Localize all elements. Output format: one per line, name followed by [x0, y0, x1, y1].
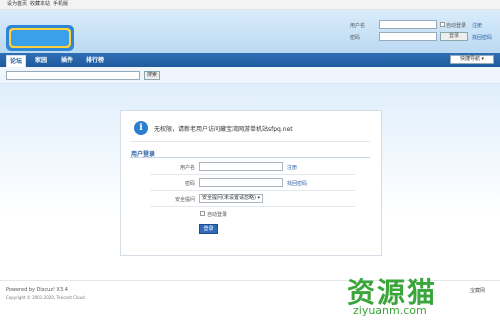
username-label: 用户名 — [179, 165, 195, 171]
security-question-select[interactable]: 安全提问(未设置请忽略) ▾ — [199, 194, 263, 203]
header-find-password-link[interactable]: 找回密码 — [472, 34, 492, 41]
security-question-value: 安全提问(未设置请忽略) — [202, 195, 256, 201]
tab-home[interactable]: 家园 — [30, 55, 52, 67]
header-auto-login-label: 自动登录 — [446, 23, 467, 29]
quick-nav-label: 快捷导航 — [459, 56, 480, 62]
tab-plugins[interactable]: 插件 — [56, 55, 78, 67]
bookmark-link[interactable]: 收藏本站 — [30, 0, 50, 9]
search-input[interactable] — [6, 71, 140, 80]
search-bar: 搜索 — [0, 67, 500, 84]
site-header: 用户名 自动登录 注册 密码 登录 找回密码 — [0, 10, 500, 53]
title-divider — [130, 157, 370, 158]
chevron-down-icon: ▾ — [481, 56, 485, 62]
site-logo[interactable] — [6, 23, 74, 53]
header-login-button[interactable]: 登录 — [440, 32, 468, 41]
row-divider — [150, 206, 355, 207]
find-password-link[interactable]: 找回密码 — [287, 180, 307, 187]
set-home-link[interactable]: 设为首页 — [7, 0, 27, 9]
auto-login-checkbox[interactable] — [200, 211, 205, 216]
notice-text: 无权限，请新老用户访问藏宝湾网游单机站sfpq.net — [154, 126, 293, 133]
watermark: 资源猫 ziyuanm.com — [347, 271, 477, 325]
main-nav: 论坛 家园 插件 排行榜 — [0, 53, 500, 67]
header-password-label: 密码 — [350, 35, 361, 41]
header-username-input[interactable] — [379, 20, 437, 29]
security-question-label: 安全提问 — [174, 197, 195, 203]
header-auto-login-checkbox[interactable] — [440, 22, 445, 27]
header-password-input[interactable] — [379, 32, 437, 41]
row-divider — [150, 190, 355, 191]
info-icon: i — [134, 121, 148, 135]
chevron-down-icon: ▾ — [257, 195, 260, 201]
login-submit-button[interactable]: 登录 — [199, 224, 218, 234]
username-input[interactable] — [199, 162, 283, 171]
password-label: 密码 — [184, 181, 195, 187]
permission-notice: i 无权限，请新老用户访问藏宝湾网游单机站sfpq.net — [130, 117, 370, 142]
search-button[interactable]: 搜索 — [144, 71, 160, 80]
powered-by: Powered by Discuz! X3.4 — [6, 287, 68, 293]
tab-ranking[interactable]: 排行榜 — [82, 55, 108, 67]
header-username-label: 用户名 — [350, 23, 366, 29]
register-link[interactable]: 注册 — [287, 164, 297, 171]
tab-forum[interactable]: 论坛 — [6, 55, 26, 67]
watermark-url: ziyuanm.com — [353, 304, 427, 317]
auto-login-label: 自动登录 — [207, 212, 228, 218]
top-bar: 设为首页 收藏本站 手机版 — [0, 0, 500, 10]
quick-nav-button[interactable]: 快捷导航 ▾ — [450, 55, 494, 64]
copyright: Copyright © 2001-2020, Tencent Cloud. — [6, 295, 86, 300]
mobile-link[interactable]: 手机版 — [53, 0, 68, 9]
row-divider — [150, 174, 355, 175]
header-register-link[interactable]: 注册 — [472, 22, 482, 29]
password-input[interactable] — [199, 178, 283, 187]
